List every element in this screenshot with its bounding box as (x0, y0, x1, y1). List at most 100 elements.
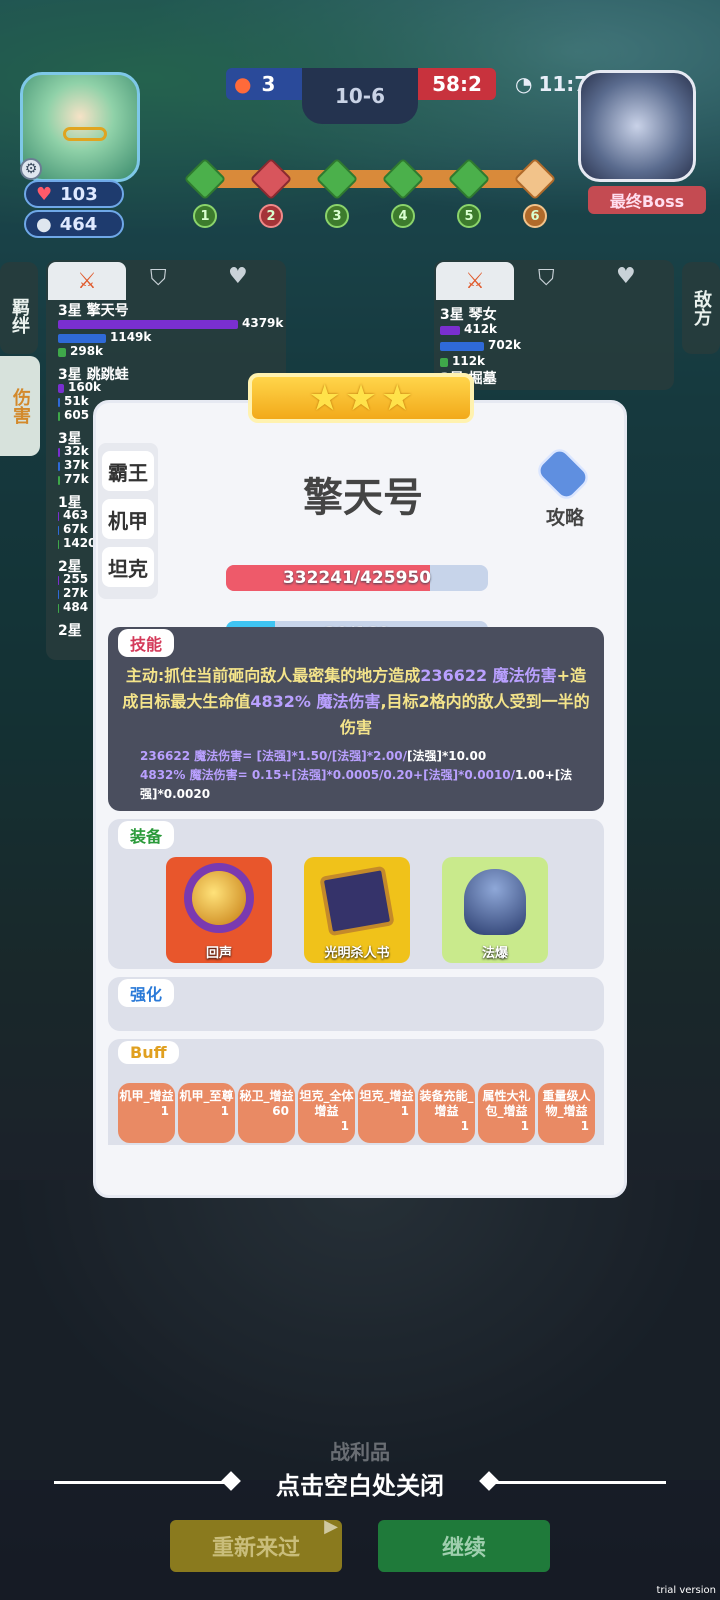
close-hint[interactable]: 点击空白处关闭 (0, 1464, 720, 1500)
equipment-item[interactable]: 回声 (166, 857, 272, 963)
buff-section: Buff 机甲_增益 1 机甲_至尊 1 秘卫_增益 60 坦克_全体增益 1 坦克_增益 1 装备… (108, 1039, 604, 1145)
boss-avatar[interactable] (578, 70, 696, 182)
unit-detail-modal[interactable]: ★ ★ ★ 霸王 机甲 坦克 擎天号 攻略 332241/425950 30/1… (93, 373, 627, 1198)
star-icon: ★ (308, 377, 341, 419)
equipment-name: 法爆 (481, 946, 508, 961)
right-bar-3 (440, 358, 448, 367)
damage-value: 67k (63, 522, 88, 536)
retry-button[interactable]: 重新来过 ▶ (170, 1516, 342, 1572)
heart-outline-icon[interactable]: ♥ (228, 264, 258, 294)
damage-value: 51k (64, 394, 89, 408)
damage-value: 298k (70, 344, 104, 358)
buff-name: 机甲_至尊 (179, 1089, 234, 1103)
right-bar-1 (440, 326, 460, 335)
damage-bar (58, 476, 60, 485)
damage-bar (58, 590, 59, 599)
damage-value: 32k (64, 444, 89, 458)
buff-name: 重量级人物_增益 (542, 1089, 591, 1118)
buff-label: Buff (118, 1041, 179, 1064)
right-value-1: 412k (464, 322, 498, 336)
lives-value: 3 (261, 72, 276, 96)
stage-banner: 10-6 (302, 68, 418, 124)
equipment-name: 回声 (205, 946, 232, 961)
trait-tag[interactable]: 坦克 (102, 547, 154, 587)
damage-bar (58, 540, 59, 549)
equipment-item[interactable]: 法爆 (442, 857, 548, 963)
coins-value: 464 (59, 213, 98, 235)
buff-name: 装备充能_增益 (419, 1089, 474, 1118)
shield-icon[interactable]: ⛉ (150, 266, 180, 296)
left-unit-name: 2星 (58, 623, 82, 639)
damage-value: 255 (63, 572, 89, 586)
gauntlet-icon (464, 869, 526, 935)
buff-name: 坦克_增益 (359, 1089, 414, 1103)
guide-button[interactable]: 攻略 (530, 444, 600, 531)
buff-chip[interactable]: 坦克_增益 1 (358, 1083, 415, 1143)
coin-icon: ● (36, 213, 52, 235)
shield-icon-right[interactable]: ⛉ (538, 266, 568, 296)
damage-value: 77k (64, 472, 89, 486)
left-unit-name: 3星 擎天号 (58, 303, 129, 319)
hp-text: 332241/425950 (282, 568, 432, 588)
star-icon: ★ (381, 377, 414, 419)
score-badge: 58:2 (418, 68, 496, 100)
star-icon: ★ (344, 377, 378, 419)
enhance-section: 强化 (108, 977, 604, 1031)
stage-number: 6 (523, 204, 547, 228)
formula-1: 236622 魔法伤害= [法强]*1.50/[法强]*2.00/ (140, 749, 407, 763)
buff-chip[interactable]: 属性大礼包_增益 1 (478, 1083, 535, 1143)
skill-text-1: 主动:抓住当前砸向敌人最密集的地方造成 (125, 666, 421, 685)
book-icon (319, 865, 395, 937)
buff-chip[interactable]: 秘卫_增益 60 (238, 1083, 295, 1143)
buff-chip[interactable]: 重量级人物_增益 1 (538, 1083, 595, 1143)
buff-chip[interactable]: 坦克_全体增益 1 (298, 1083, 355, 1143)
watermark: trial version (656, 1585, 716, 1596)
boss-label: 最终Boss (588, 186, 706, 214)
damage-value: 1149k (110, 330, 152, 344)
buff-chip[interactable]: 机甲_至尊 1 (178, 1083, 235, 1143)
skill-formula: 236622 魔法伤害= [法强]*1.50/[法强]*2.00/[法强]*10… (140, 747, 590, 804)
buff-level: 1 (340, 1119, 349, 1133)
stage-value: 10-6 (334, 84, 386, 108)
coins-counter: ● 464 (24, 210, 124, 238)
hearts-value: 103 (60, 183, 98, 205)
skill-value-1: 236622 魔法伤害 (420, 666, 557, 685)
heart-icon: ♥ (36, 183, 53, 205)
tab-enemy[interactable]: 敌方 (682, 262, 720, 354)
sword-tab[interactable]: ⚔ (48, 262, 126, 300)
tab-enemy-label: 敌方 (691, 290, 712, 326)
tab-bond[interactable]: 羁绊 (0, 262, 38, 354)
equipment-section: 装备 回声 光明杀人书 法爆 (108, 819, 604, 969)
damage-bar (58, 526, 59, 535)
heart-outline-icon-right[interactable]: ♥ (616, 264, 646, 294)
damage-value: 37k (64, 458, 89, 472)
hp-bar: 332241/425950 (226, 565, 488, 591)
glasses-icon (63, 127, 107, 141)
settings-icon[interactable]: ⚙ (20, 158, 42, 180)
damage-value: 4379k (242, 316, 284, 330)
continue-button[interactable]: 继续 (378, 1520, 550, 1572)
damage-bar (58, 512, 59, 521)
clock-icon: ◔ (515, 72, 533, 96)
equipment-item[interactable]: 光明杀人书 (304, 857, 410, 963)
damage-bar (58, 604, 59, 613)
buff-level: 1 (220, 1104, 229, 1118)
tab-damage-label: 伤害 (10, 388, 31, 424)
buff-name: 坦克_全体增益 (299, 1089, 354, 1118)
buff-level: 1 (520, 1119, 529, 1133)
buff-chip[interactable]: 装备充能_增益 1 (418, 1083, 475, 1143)
damage-bar (58, 348, 66, 357)
stage-number: 5 (457, 204, 481, 228)
damage-bar (58, 576, 59, 585)
skill-value-2: 4832% 魔法伤害 (250, 692, 381, 711)
skill-description: 主动:抓住当前砸向敌人最密集的地方造成236622 魔法伤害+造成目标最大生命值… (122, 663, 590, 741)
score-value: 58:2 (432, 72, 482, 96)
stage-number: 4 (391, 204, 415, 228)
buff-chip[interactable]: 机甲_增益 1 (118, 1083, 175, 1143)
graduation-cap-icon (533, 444, 593, 504)
right-value-2: 702k (488, 338, 522, 352)
sword-tab-right[interactable]: ⚔ (436, 262, 514, 300)
right-unit-1: 3星 琴女 (440, 307, 497, 323)
guide-label: 攻略 (545, 507, 584, 529)
tab-damage[interactable]: 伤害 (0, 356, 40, 456)
